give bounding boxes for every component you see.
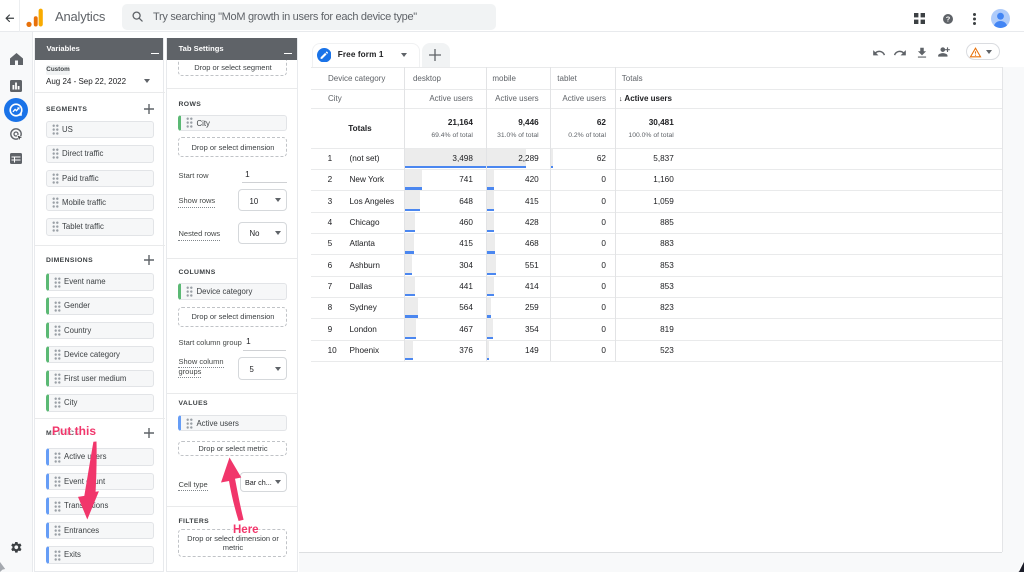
svg-text:?: ? — [946, 14, 951, 23]
